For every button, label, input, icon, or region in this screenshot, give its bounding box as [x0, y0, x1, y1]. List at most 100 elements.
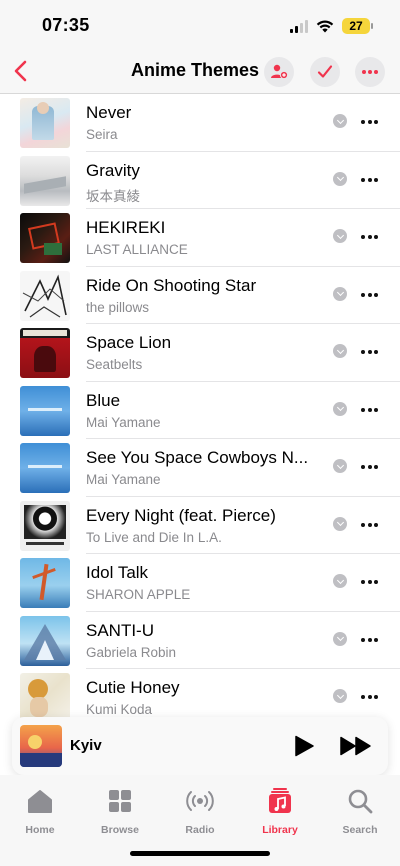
track-title: Idol Talk	[86, 563, 149, 582]
album-art	[20, 500, 70, 551]
track-row[interactable]: Idol Talk SHARON APPLE	[0, 554, 400, 612]
downloaded-icon	[333, 574, 347, 588]
track-more-button[interactable]	[361, 637, 378, 642]
downloaded-icon	[333, 401, 347, 416]
downloaded-icon	[333, 229, 347, 243]
track-info: Gravity 坂本真綾	[86, 152, 400, 209]
mini-player[interactable]: Kyiv	[12, 717, 388, 775]
track-row[interactable]: Cutie Honey Kumi Koda	[0, 669, 400, 718]
ellipsis-icon	[362, 70, 378, 74]
track-more-button[interactable]	[361, 465, 378, 469]
fast-forward-icon[interactable]	[340, 736, 372, 756]
album-art	[20, 155, 70, 206]
track-row[interactable]: Never Seira	[0, 94, 400, 152]
album-art	[20, 673, 70, 718]
album-art	[20, 443, 70, 493]
track-info: SANTI-U Gabriela Robin	[86, 612, 400, 669]
downloaded-icon	[333, 631, 347, 646]
track-artist: To Live and Die In L.A.	[86, 529, 222, 545]
track-artist: Kumi Koda	[86, 702, 153, 717]
tab-search[interactable]: Search	[320, 787, 400, 836]
track-artist: SHARON APPLE	[86, 587, 191, 602]
track-row[interactable]: HEKIREKI LAST ALLIANCE	[0, 209, 400, 267]
track-info: Every Night (feat. Pierce) To Live and D…	[86, 497, 400, 554]
track-row[interactable]: Space Lion Seatbelts	[0, 324, 400, 382]
battery-icon: 27	[342, 18, 373, 34]
album-art	[20, 98, 70, 148]
downloaded-icon	[333, 286, 347, 301]
tab-browse[interactable]: Browse	[80, 787, 160, 836]
track-more-button[interactable]	[361, 235, 378, 239]
track-info: Cutie Honey Kumi Koda	[86, 669, 400, 718]
track-info: Ride On Shooting Star the pillows	[86, 267, 400, 324]
track-info: Idol Talk SHARON APPLE	[86, 554, 400, 612]
track-artist: 坂本真綾	[86, 188, 140, 204]
search-icon	[348, 789, 373, 814]
track-info: Never Seira	[86, 94, 400, 152]
album-art	[20, 615, 70, 666]
downloaded-icon	[333, 689, 347, 703]
track-list: Never Seira Gravity 坂本真綾 HEKIREKI LAST A…	[0, 94, 400, 718]
track-more-button[interactable]	[361, 407, 378, 412]
add-collaborator-button[interactable]	[264, 57, 294, 87]
album-art	[20, 213, 70, 263]
tab-label: Library	[262, 824, 298, 836]
track-artist: Mai Yamane	[86, 414, 161, 430]
page-title-text: Anime Themes	[130, 60, 260, 80]
album-art	[20, 558, 70, 608]
track-more-button[interactable]	[361, 350, 378, 354]
track-more-button[interactable]	[361, 292, 378, 297]
track-row[interactable]: Every Night (feat. Pierce) To Live and D…	[0, 497, 400, 554]
navigation-bar: Anime Themes	[0, 50, 400, 94]
track-more-button[interactable]	[361, 580, 378, 584]
now-playing-title: Kyiv	[70, 737, 102, 754]
track-artist: Seatbelts	[86, 357, 143, 372]
track-title: HEKIREKI	[86, 218, 166, 237]
downloaded-icon	[333, 344, 347, 358]
status-time: 07:35	[42, 15, 90, 35]
track-more-button[interactable]	[361, 695, 378, 699]
album-art	[20, 328, 70, 378]
tab-bar: Home Browse Radio Library Search	[0, 775, 400, 866]
now-playing-artwork	[20, 725, 62, 767]
track-artist: the pillows	[86, 299, 150, 315]
select-button[interactable]	[310, 57, 340, 87]
track-more-button[interactable]	[361, 522, 378, 527]
play-icon[interactable]	[294, 735, 314, 757]
track-title: Gravity	[86, 160, 140, 180]
downloaded-icon	[333, 516, 347, 531]
track-row[interactable]: Gravity 坂本真綾	[0, 152, 400, 209]
page-title: Anime Themes	[0, 60, 400, 81]
track-row[interactable]: Blue Mai Yamane	[0, 382, 400, 439]
downloaded-icon	[333, 114, 347, 128]
checkmark-icon	[317, 65, 333, 78]
track-title: See You Space Cowboys N...	[86, 448, 309, 467]
tab-home[interactable]: Home	[0, 787, 80, 836]
track-row[interactable]: See You Space Cowboys N... Mai Yamane	[0, 439, 400, 497]
track-title: Never	[86, 103, 132, 122]
track-more-button[interactable]	[361, 120, 378, 124]
track-artist: LAST ALLIANCE	[86, 242, 188, 257]
tab-label: Home	[25, 824, 55, 836]
tab-radio[interactable]: Radio	[160, 787, 240, 836]
tab-label: Radio	[185, 824, 215, 836]
track-row[interactable]: Ride On Shooting Star the pillows	[0, 267, 400, 324]
track-row[interactable]: SANTI-U Gabriela Robin	[0, 612, 400, 669]
grid-icon	[109, 790, 131, 812]
track-artist: Seira	[86, 127, 118, 142]
cellular-signal-icon	[290, 19, 308, 33]
music-note-icon	[269, 788, 291, 813]
tab-library[interactable]: Library	[240, 787, 320, 836]
wifi-icon	[316, 20, 334, 33]
track-more-button[interactable]	[361, 177, 378, 182]
track-title: Ride On Shooting Star	[86, 275, 257, 295]
track-info: Space Lion Seatbelts	[86, 324, 400, 382]
status-indicators: 27	[290, 15, 373, 37]
downloaded-icon	[333, 459, 347, 473]
track-info: HEKIREKI LAST ALLIANCE	[86, 209, 400, 267]
track-title: Cutie Honey	[86, 678, 180, 697]
album-art	[20, 270, 70, 321]
tab-label: Browse	[101, 824, 139, 836]
more-options-button[interactable]	[355, 57, 385, 87]
track-info: See You Space Cowboys N... Mai Yamane	[86, 439, 400, 497]
